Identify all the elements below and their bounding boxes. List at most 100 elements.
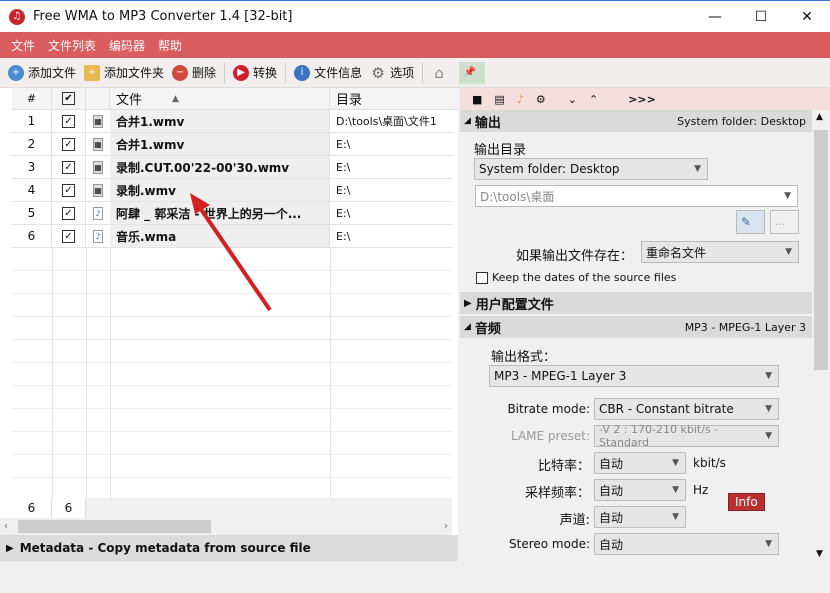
output-section-header[interactable]: ◢ 输出 System folder: Desktop (460, 110, 812, 132)
home-button[interactable]: ⌂ (431, 65, 451, 81)
document-icon[interactable]: ▤ (494, 93, 504, 106)
table-row[interactable]: 6 ✓ ♪ 音乐.wma E:\ (12, 225, 452, 248)
row-checkbox[interactable]: ✓ (62, 206, 75, 220)
video-file-icon: ▦ (93, 137, 103, 151)
convert-button[interactable]: ▶ 转换 (233, 64, 277, 81)
file-type-cell: ▦ (86, 110, 110, 132)
horizontal-scrollbar[interactable]: ‹ › (0, 518, 452, 535)
scroll-down-icon[interactable]: ▼ (816, 549, 823, 559)
profile-section-header[interactable]: ▶ 用户配置文件 (460, 292, 812, 314)
row-checkbox-cell[interactable]: ✓ (52, 179, 86, 201)
if-exists-select[interactable]: 重命名文件 ▼ (641, 241, 799, 263)
gear-icon[interactable]: ⚙ (536, 93, 546, 106)
check-all-checkbox[interactable]: ✔ (62, 92, 75, 105)
expand-icon: ▶ (464, 297, 472, 309)
menu-encoder[interactable]: 编码器 (109, 37, 145, 54)
stereo-mode-select[interactable]: 自动 ▼ (594, 533, 779, 555)
audio-title: 音频 (474, 321, 501, 337)
edit-path-button[interactable]: ✎ (736, 210, 765, 234)
bitrate-mode-select[interactable]: CBR - Constant bitrate ▼ (594, 398, 779, 420)
table-row[interactable]: 4 ✓ ▦ 录制.wmv E:\ (12, 179, 452, 202)
row-checkbox[interactable]: ✓ (62, 137, 75, 151)
scrollbar-thumb[interactable] (18, 520, 211, 533)
output-dir-label: 输出目录 (474, 143, 527, 158)
edit-icon: ✎ (741, 215, 752, 229)
metadata-label: Metadata - Copy metadata from source fil… (19, 541, 311, 555)
channels-select[interactable]: 自动 ▼ (594, 506, 686, 528)
add-folder-button[interactable]: + 添加文件夹 (84, 64, 164, 81)
scroll-up-icon[interactable]: ▲ (816, 112, 823, 122)
menu-file-list[interactable]: 文件列表 (48, 37, 96, 54)
options-button[interactable]: ⚙ 选项 (370, 64, 414, 81)
window-title: Free WMA to MP3 Converter 1.4 [32-bit] (33, 9, 293, 24)
info-button[interactable]: Info (728, 493, 765, 511)
row-checkbox-cell[interactable]: ✓ (52, 202, 86, 224)
column-check-all[interactable]: ✔ (52, 88, 86, 109)
row-checkbox[interactable]: ✓ (62, 160, 75, 174)
browse-button[interactable]: ... (770, 210, 799, 234)
column-file[interactable]: 文件 ▲ (110, 88, 330, 109)
menu-help[interactable]: 帮助 (158, 37, 182, 54)
close-button[interactable]: ✕ (784, 9, 830, 25)
collapse-down-icon[interactable]: ⌄ (568, 93, 577, 106)
format-label: 输出格式： (491, 350, 557, 365)
if-exists-value: 重命名文件 (646, 245, 707, 260)
vertical-scrollbar[interactable]: ▲ ▼ (812, 110, 830, 561)
column-dir[interactable]: 目录 (330, 88, 452, 109)
file-name: 阿肆 _ 郭采洁 - 世界上的另一个... (110, 202, 330, 224)
format-select[interactable]: MP3 - MPEG-1 Layer 3 ▼ (489, 365, 779, 387)
info-icon: i (294, 64, 311, 81)
scroll-left-icon[interactable]: ‹ (4, 521, 8, 532)
add-files-button[interactable]: + 添加文件 (8, 64, 76, 81)
video-file-icon: ▦ (93, 160, 103, 174)
output-path-input[interactable]: D:\tools\桌面 ▼ (475, 185, 798, 207)
row-checkbox-cell[interactable]: ✓ (52, 110, 86, 132)
bitrate-select[interactable]: 自动 ▼ (594, 452, 686, 474)
chevron-down-icon: ▼ (765, 404, 772, 414)
file-list-panel: # ✔ 文件 ▲ 目录 1 ✓ ▦ 合并1.wmv D:\tools\桌面\文件1… (0, 88, 458, 561)
row-checkbox[interactable]: ✓ (62, 183, 75, 197)
pin-button[interactable]: 📌 (459, 61, 486, 84)
menu-file[interactable]: 文件 (11, 37, 35, 54)
empty-rows (12, 248, 452, 498)
row-checkbox-cell[interactable]: ✓ (52, 133, 86, 155)
chevron-down-icon: ▼ (785, 247, 792, 257)
file-dir: E:\ (336, 206, 351, 220)
chevron-down-icon: ▼ (694, 164, 701, 174)
add-files-label: 添加文件 (28, 66, 77, 80)
menu-bar: 文件 文件列表 编码器 帮助 链接 (0, 32, 830, 593)
output-path-value: D:\tools\桌面 (480, 189, 555, 204)
table-row[interactable]: 1 ✓ ▦ 合并1.wmv D:\tools\桌面\文件1 (12, 110, 452, 133)
row-checkbox[interactable]: ✓ (62, 114, 75, 128)
maximize-button[interactable]: ☐ (738, 9, 784, 25)
chevron-down-icon: ▼ (672, 485, 679, 495)
file-info-button[interactable]: i 文件信息 (294, 64, 362, 81)
output-dir-select[interactable]: System folder: Desktop ▼ (474, 158, 708, 180)
expand-all-button[interactable]: >>> (628, 93, 656, 106)
row-checkbox-cell[interactable]: ✓ (52, 156, 86, 178)
music-note-icon[interactable]: ♪ (517, 93, 524, 106)
scroll-right-icon[interactable]: › (444, 521, 448, 532)
keep-dates-label: Keep the dates of the source files (492, 271, 677, 284)
metadata-section[interactable]: ▶ Metadata - Copy metadata from source fi… (0, 535, 458, 561)
collapse-up-icon[interactable]: ⌃ (589, 93, 598, 106)
column-number[interactable]: # (12, 88, 52, 109)
table-row[interactable]: 5 ✓ ♪ 阿肆 _ 郭采洁 - 世界上的另一个... E:\ (12, 202, 452, 225)
checkbox-box[interactable] (476, 271, 488, 284)
checked-count: 6 (52, 498, 86, 518)
bitrate-value: 自动 (599, 456, 624, 471)
minimize-button[interactable]: — (692, 9, 738, 25)
output-title: 输出 (474, 115, 501, 131)
table-row[interactable]: 3 ✓ ▦ 录制.CUT.00'22-00'30.wmv E:\ (12, 156, 452, 179)
row-checkbox[interactable]: ✓ (62, 229, 75, 243)
keep-dates-checkbox[interactable]: Keep the dates of the source files (476, 271, 676, 284)
samplerate-select[interactable]: 自动 ▼ (594, 479, 686, 501)
delete-button[interactable]: − 删除 (172, 64, 216, 81)
scrollbar-thumb[interactable] (814, 130, 828, 370)
pin-icon: 📌 (463, 66, 477, 78)
audio-section-header[interactable]: ◢ 音频 MP3 - MPEG-1 Layer 3 (460, 316, 812, 338)
row-checkbox-cell[interactable]: ✓ (52, 225, 86, 247)
folder-icon[interactable]: ■ (472, 93, 482, 106)
file-name: 音乐.wma (110, 225, 330, 247)
table-row[interactable]: 2 ✓ ▦ 合并1.wmv E:\ (12, 133, 452, 156)
